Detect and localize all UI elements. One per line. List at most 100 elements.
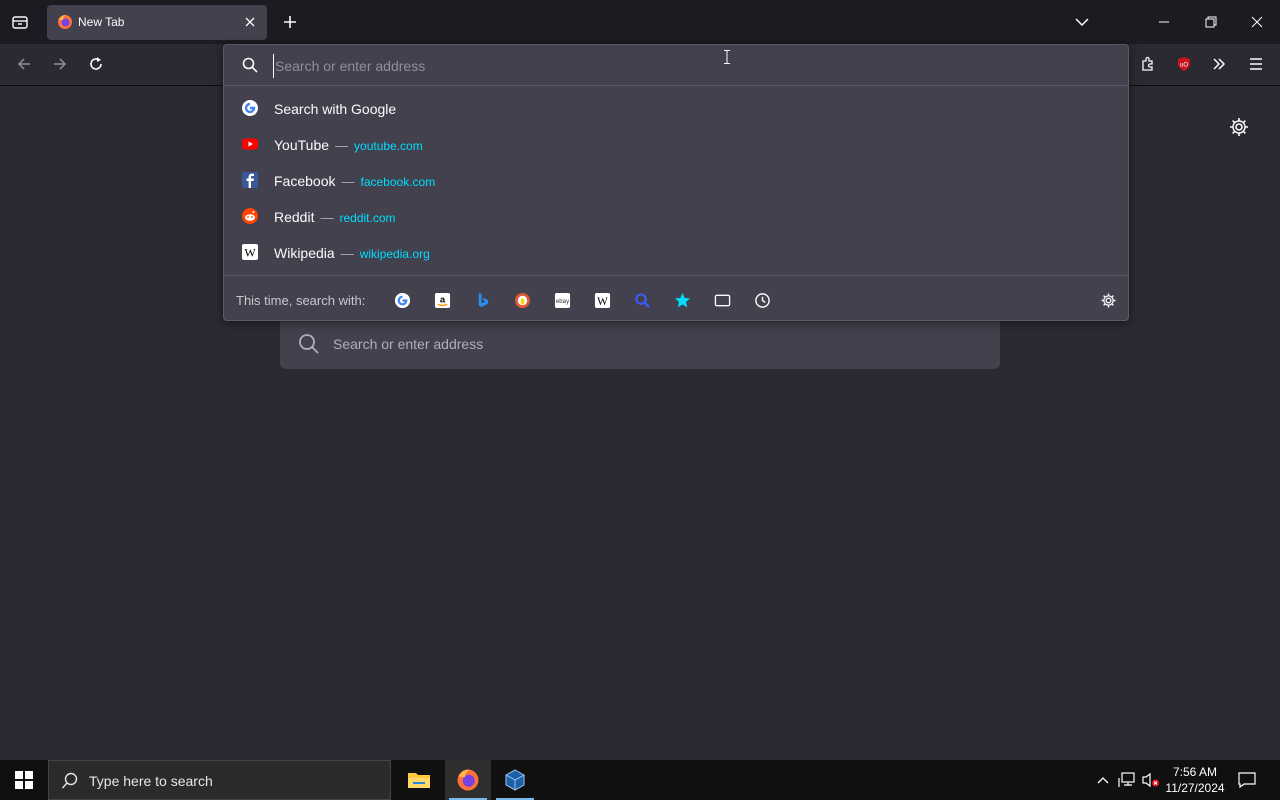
hamburger-menu-icon (1250, 58, 1262, 70)
tab-title: New Tab (78, 15, 125, 29)
tab-strip: New Tab (0, 0, 1280, 44)
search-icon (61, 772, 78, 789)
svg-text:ebay: ebay (555, 297, 569, 304)
ublock-origin-button[interactable]: uO (1170, 50, 1198, 78)
new-tab-button[interactable] (278, 10, 302, 34)
bing-icon (478, 292, 488, 307)
arrow-left-icon (17, 58, 30, 70)
restore-button[interactable] (1197, 8, 1225, 36)
facebook-icon (242, 172, 258, 188)
result-reddit[interactable]: Reddit — reddit.com (224, 198, 1128, 234)
one-off-label: This time, search with: (236, 293, 366, 308)
ntp-search-placeholder: Search or enter address (333, 336, 484, 352)
taskbar-app-virtualbox[interactable] (492, 760, 538, 800)
result-facebook[interactable]: Facebook — facebook.com (224, 162, 1128, 198)
arrow-right-icon (54, 58, 67, 70)
result-title: Reddit (274, 209, 315, 225)
system-clock[interactable]: 7:56 AM 11/27/2024 (1160, 764, 1230, 796)
close-window-button[interactable] (1243, 8, 1271, 36)
ublock-shield-icon: uO (1178, 57, 1190, 71)
network-button[interactable] (1117, 770, 1137, 790)
chevron-up-icon (1097, 777, 1109, 784)
firefox-logo-icon (58, 15, 72, 29)
engine-ebay-button[interactable]: ebay (552, 290, 572, 310)
firefox-view-icon (12, 16, 28, 29)
result-search-with-google[interactable]: Search with Google (224, 90, 1128, 126)
result-youtube[interactable]: YouTube — youtube.com (224, 126, 1128, 162)
urlbar-results: Search with Google YouTube — youtube.com F… (224, 90, 1128, 270)
search-icon (634, 292, 650, 308)
forward-button[interactable] (46, 50, 74, 78)
youtube-icon (242, 138, 258, 150)
taskbar-search-box[interactable]: Type here to search (48, 760, 391, 800)
bookmarks-star-icon (674, 292, 690, 307)
bookmarks-search-button[interactable] (672, 290, 692, 310)
windows-logo-icon (15, 771, 33, 789)
ntp-settings-button[interactable] (1228, 116, 1250, 138)
puzzle-icon (1142, 56, 1153, 71)
history-search-button[interactable] (752, 290, 772, 310)
result-separator: — (320, 210, 334, 225)
app-menu-button[interactable] (1242, 50, 1270, 78)
engine-duckduckgo-button[interactable] (512, 290, 532, 310)
firefox-view-button[interactable] (6, 8, 34, 36)
engine-google-button[interactable] (392, 290, 412, 310)
list-all-tabs-button[interactable] (1068, 8, 1096, 36)
google-icon (394, 292, 410, 308)
firefox-logo-icon (457, 769, 479, 791)
urlbar-input-row (224, 45, 1128, 86)
reload-button[interactable] (82, 50, 110, 78)
amazon-icon: a (434, 292, 450, 308)
network-icon (1118, 772, 1135, 787)
search-settings-button[interactable] (1098, 290, 1118, 310)
minimize-button[interactable] (1150, 8, 1178, 36)
start-button[interactable] (0, 760, 48, 800)
tab-new-tab[interactable]: New Tab (47, 5, 267, 40)
result-url: facebook.com (360, 175, 436, 189)
result-url: wikipedia.org (359, 247, 430, 261)
clock-time: 7:56 AM (1172, 765, 1218, 779)
chevron-down-icon (1075, 18, 1089, 27)
engine-amazon-button[interactable]: a (432, 290, 452, 310)
double-chevron-right-icon (1213, 58, 1226, 70)
ntp-search-box[interactable]: Search or enter address (280, 319, 1000, 369)
taskbar-app-firefox[interactable] (445, 760, 491, 800)
result-title: Search with Google (274, 101, 397, 117)
minimize-icon (1159, 21, 1169, 23)
engine-wikipedia-button[interactable]: W (592, 290, 612, 310)
extensions-button[interactable] (1134, 50, 1162, 78)
google-icon (242, 100, 258, 116)
wikipedia-icon: W (242, 244, 258, 260)
restore-icon (1205, 16, 1217, 28)
tabs-search-button[interactable] (712, 290, 732, 310)
action-center-button[interactable] (1237, 770, 1257, 790)
volume-muted-icon (1142, 772, 1159, 788)
gear-icon (1101, 293, 1115, 307)
close-tab-button[interactable] (241, 13, 259, 31)
taskbar-app-file-explorer[interactable] (396, 760, 442, 800)
result-separator: — (341, 174, 355, 189)
close-icon (245, 17, 255, 27)
svg-text:uO: uO (1180, 63, 1188, 69)
engine-bing-button[interactable] (472, 290, 492, 310)
show-hidden-icons-button[interactable] (1093, 770, 1113, 790)
volume-button[interactable] (1141, 770, 1161, 790)
result-wikipedia[interactable]: W Wikipedia — wikipedia.org (224, 234, 1128, 270)
ebay-icon: ebay (554, 292, 570, 308)
taskbar-search-placeholder: Type here to search (89, 773, 213, 789)
gear-icon (1230, 118, 1248, 136)
back-button[interactable] (10, 50, 38, 78)
history-clock-icon (754, 292, 770, 308)
one-off-search-bar: This time, search with: a ebay W (224, 275, 1128, 322)
text-cursor-icon (724, 50, 730, 64)
overflow-menu-button[interactable] (1205, 50, 1233, 78)
clock-date: 11/27/2024 (1165, 781, 1225, 795)
duckduckgo-icon (514, 292, 530, 308)
svg-text:W: W (244, 246, 256, 260)
engine-search-button[interactable] (632, 290, 652, 310)
svg-text:a: a (439, 294, 445, 305)
urlbar-input[interactable] (273, 54, 1097, 78)
search-icon (242, 57, 258, 73)
windows-taskbar: Type here to search 7:56 AM 11/27/2024 (0, 760, 1280, 800)
close-icon (1251, 16, 1263, 28)
